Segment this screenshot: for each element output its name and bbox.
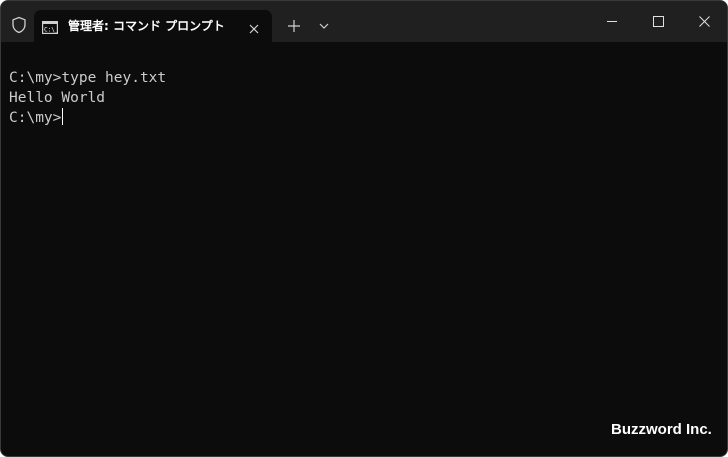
console-prompt: C:\my> — [9, 110, 62, 126]
tab-title: 管理者: コマンド プロンプト — [68, 19, 225, 33]
watermark: Buzzword Inc. — [611, 421, 712, 438]
plus-icon[interactable] — [283, 15, 305, 37]
console-line: C:\my>type hey.txt — [9, 70, 167, 86]
maximize-icon — [653, 16, 664, 27]
console-prompt-line: C:\my> — [9, 108, 719, 128]
chevron-down-icon[interactable] — [314, 15, 334, 37]
minimize-icon — [607, 21, 617, 22]
tab-command-prompt[interactable]: C:\_ 管理者: コマンド プロンプト — [34, 10, 272, 42]
text-cursor — [62, 108, 64, 125]
minimize-button[interactable] — [589, 1, 635, 42]
close-icon — [699, 16, 710, 27]
console-output[interactable]: C:\my>type hey.txt Hello World C:\my> — [9, 69, 719, 128]
maximize-button[interactable] — [635, 1, 681, 42]
title-bar[interactable]: C:\_ 管理者: コマンド プロンプト — [1, 1, 727, 42]
tab-close-icon[interactable] — [248, 20, 260, 34]
terminal-window: C:\_ 管理者: コマンド プロンプト C:\my>type hey.txt … — [0, 0, 728, 457]
svg-text:C:\_: C:\_ — [44, 27, 58, 34]
shield-icon — [10, 16, 28, 34]
console-app-icon: C:\_ — [42, 19, 59, 35]
console-line: Hello World — [9, 89, 106, 106]
close-button[interactable] — [681, 1, 727, 42]
